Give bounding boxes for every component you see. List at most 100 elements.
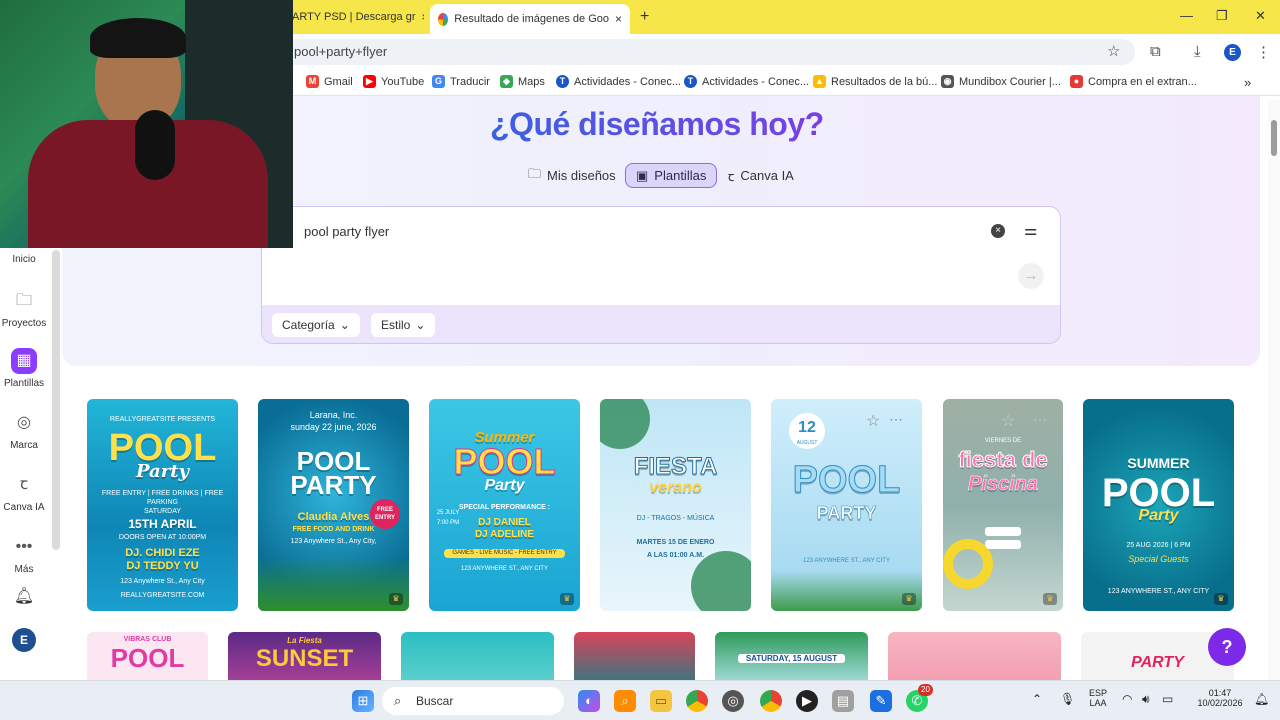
- premium-crown-icon: ♛: [560, 593, 574, 605]
- template-card[interactable]: REALLYGREATSITE PRESENTS POOL Party FREE…: [87, 399, 238, 611]
- pool-float: [943, 539, 993, 589]
- filter-settings-icon[interactable]: ⚌: [1024, 221, 1037, 239]
- search-submit-button[interactable]: →: [1018, 263, 1044, 289]
- close-window-icon[interactable]: ✕: [1255, 8, 1266, 24]
- browser-menu-icon[interactable]: ⋮: [1256, 43, 1271, 61]
- premium-crown-icon: ♛: [902, 593, 916, 605]
- copilot-icon[interactable]: ◐: [578, 690, 600, 712]
- sidebar-item-mas[interactable]: ••• Más: [0, 534, 48, 575]
- battery-icon[interactable]: ▭: [1162, 692, 1173, 706]
- bookmark-label: Traducir: [450, 75, 490, 88]
- bookmark-star-icon[interactable]: ☆: [1107, 42, 1120, 60]
- tray-chevron-icon[interactable]: ⌃: [1032, 692, 1042, 706]
- sidebar-item-canva-ia[interactable]: ꞇ Canva IA: [0, 472, 48, 513]
- template-card[interactable]: FIESTA verano DJ - TRAGOS - MÚSICA MARTE…: [600, 399, 751, 611]
- template-card[interactable]: [888, 632, 1061, 680]
- template-card[interactable]: [401, 632, 554, 680]
- template-card[interactable]: [574, 632, 695, 680]
- clear-search-icon[interactable]: ×: [991, 224, 1005, 238]
- more-options-icon[interactable]: ⋯: [889, 411, 903, 428]
- sidebar-scrollbar[interactable]: [52, 250, 60, 550]
- bookmark-actividades-1[interactable]: T Actividades - Conec...: [556, 75, 681, 88]
- more-bookmarks-button[interactable]: »: [1244, 75, 1251, 90]
- bookmark-mundibox[interactable]: ◉ Mundibox Courier |...: [941, 75, 1061, 88]
- windows-start-icon[interactable]: ⊞: [352, 690, 374, 712]
- bookmark-maps[interactable]: ◆ Maps: [500, 75, 545, 88]
- tab-mis-disenos[interactable]: 🗀 Mis diseños: [518, 163, 626, 188]
- sidebar-item-proyectos[interactable]: 🗀 Proyectos: [0, 288, 48, 329]
- favorite-star-icon[interactable]: ☆: [866, 411, 880, 431]
- template-card[interactable]: SUMMER POOL Party 25 AUG 2026 | 6 PM Spe…: [1083, 399, 1234, 611]
- template-card[interactable]: Summer POOL Party SPECIAL PERFORMANCE : …: [429, 399, 580, 611]
- help-button[interactable]: ?: [1208, 628, 1246, 666]
- browser-tab-google-images[interactable]: Resultado de imágenes de Goo ×: [430, 4, 630, 34]
- template-card[interactable]: SATURDAY, 15 AUGUST: [715, 632, 868, 680]
- tab-label: Canva IA: [740, 168, 794, 183]
- notifications-bell-icon[interactable]: 🔔︎: [0, 586, 48, 606]
- clock[interactable]: 01:47 10/02/2026: [1192, 688, 1248, 708]
- bookmark-compra[interactable]: ● Compra en el extran...: [1070, 75, 1197, 88]
- person-hair: [90, 18, 186, 58]
- page-scrollbar[interactable]: [1268, 100, 1280, 680]
- template-card[interactable]: La Fiesta SUNSET: [228, 632, 381, 680]
- chrome-active-icon[interactable]: [760, 690, 782, 712]
- app-icon[interactable]: ▤: [832, 690, 854, 712]
- scrollbar-thumb[interactable]: [1271, 120, 1277, 156]
- filter-estilo[interactable]: Estilo ⌄: [371, 313, 436, 337]
- edit-app-icon[interactable]: ✎: [870, 690, 892, 712]
- search-app-icon[interactable]: ⌕: [614, 690, 636, 712]
- template-card[interactable]: Larana, Inc. sunday 22 june, 2026 POOL P…: [258, 399, 409, 611]
- microphone-icon[interactable]: 🎙︎: [1060, 692, 1075, 706]
- bookmark-gmail[interactable]: M Gmail: [306, 75, 353, 88]
- sidebar-item-marca[interactable]: ◎ Marca: [0, 410, 48, 451]
- download-icon[interactable]: ⤓: [1194, 43, 1201, 60]
- chrome-alt-icon[interactable]: ◎: [722, 690, 744, 712]
- tab-close-icon[interactable]: ×: [422, 10, 425, 24]
- bookmark-actividades-2[interactable]: T Actividades - Conec...: [684, 75, 809, 88]
- file-explorer-icon[interactable]: ▭: [650, 690, 672, 712]
- wifi-icon[interactable]: ◠: [1122, 692, 1132, 706]
- sidebar-item-inicio[interactable]: Inicio: [0, 254, 48, 265]
- template-search-box[interactable]: pool party flyer × ⚌ → Categoría ⌄ Estilo…: [261, 206, 1061, 344]
- template-card[interactable]: 12 AUGUST ☆ ⋯ POOL PARTY 123 ANYWHERE ST…: [771, 399, 922, 611]
- shop-icon: ●: [1070, 75, 1083, 88]
- search-input[interactable]: pool party flyer: [304, 224, 389, 239]
- more-options-icon[interactable]: ⋯: [1033, 411, 1047, 428]
- profile-avatar[interactable]: E: [1224, 44, 1241, 61]
- bookmark-traducir[interactable]: G Traducir: [432, 75, 490, 88]
- tab-close-icon[interactable]: ×: [615, 12, 622, 26]
- whatsapp-icon[interactable]: ✆ 20: [906, 684, 933, 712]
- filter-categoria[interactable]: Categoría ⌄: [272, 313, 360, 337]
- chrome-icon[interactable]: [686, 690, 708, 712]
- canva-ai-icon: ꞇ: [728, 168, 735, 184]
- maps-icon: ◆: [500, 75, 513, 88]
- media-player-icon[interactable]: ▶: [796, 690, 818, 712]
- card-text: 12: [798, 419, 816, 436]
- rsvp-button: [985, 540, 1021, 549]
- user-avatar-button[interactable]: E: [0, 628, 48, 656]
- sidebar-item-label: Inicio: [12, 254, 36, 265]
- extensions-icon[interactable]: ⧉: [1150, 43, 1161, 60]
- bookmark-resultados[interactable]: ▲ Resultados de la bú...: [813, 75, 937, 88]
- volume-icon[interactable]: 🔊︎: [1142, 692, 1150, 707]
- search-icon: ⌕: [394, 693, 402, 708]
- bookmark-label: Compra en el extran...: [1088, 75, 1197, 88]
- browser-tab-freepik[interactable]: ARTY PSD | Descarga gr ×: [284, 4, 424, 30]
- card-text: DJ ADELINE: [474, 529, 535, 540]
- notifications-icon[interactable]: 🔔︎: [1254, 692, 1269, 706]
- favorite-star-icon[interactable]: ☆: [1001, 411, 1015, 431]
- tab-canva-ia[interactable]: ꞇ Canva IA: [718, 163, 804, 188]
- sidebar-item-plantillas[interactable]: ▦ Plantillas: [0, 348, 48, 389]
- rsvp-button: [985, 527, 1021, 536]
- minimize-icon[interactable]: —: [1180, 8, 1193, 23]
- template-card[interactable]: VIBRAS CLUB POOL: [87, 632, 208, 680]
- address-bar[interactable]: pool+party+flyer: [280, 39, 1135, 65]
- tab-plantillas[interactable]: ▣ Plantillas: [625, 163, 718, 188]
- bookmark-youtube[interactable]: ▶ YouTube: [363, 75, 424, 88]
- new-tab-button[interactable]: +: [632, 4, 657, 30]
- template-card[interactable]: ☆ ⋯ VIERNES DE fiesta de Piscina ♛: [943, 399, 1063, 611]
- language-indicator[interactable]: ESP LAA: [1088, 688, 1108, 708]
- maximize-icon[interactable]: ❐: [1216, 8, 1228, 24]
- taskbar-search[interactable]: ⌕ Buscar: [382, 687, 564, 715]
- bookmark-label: Actividades - Conec...: [574, 75, 681, 88]
